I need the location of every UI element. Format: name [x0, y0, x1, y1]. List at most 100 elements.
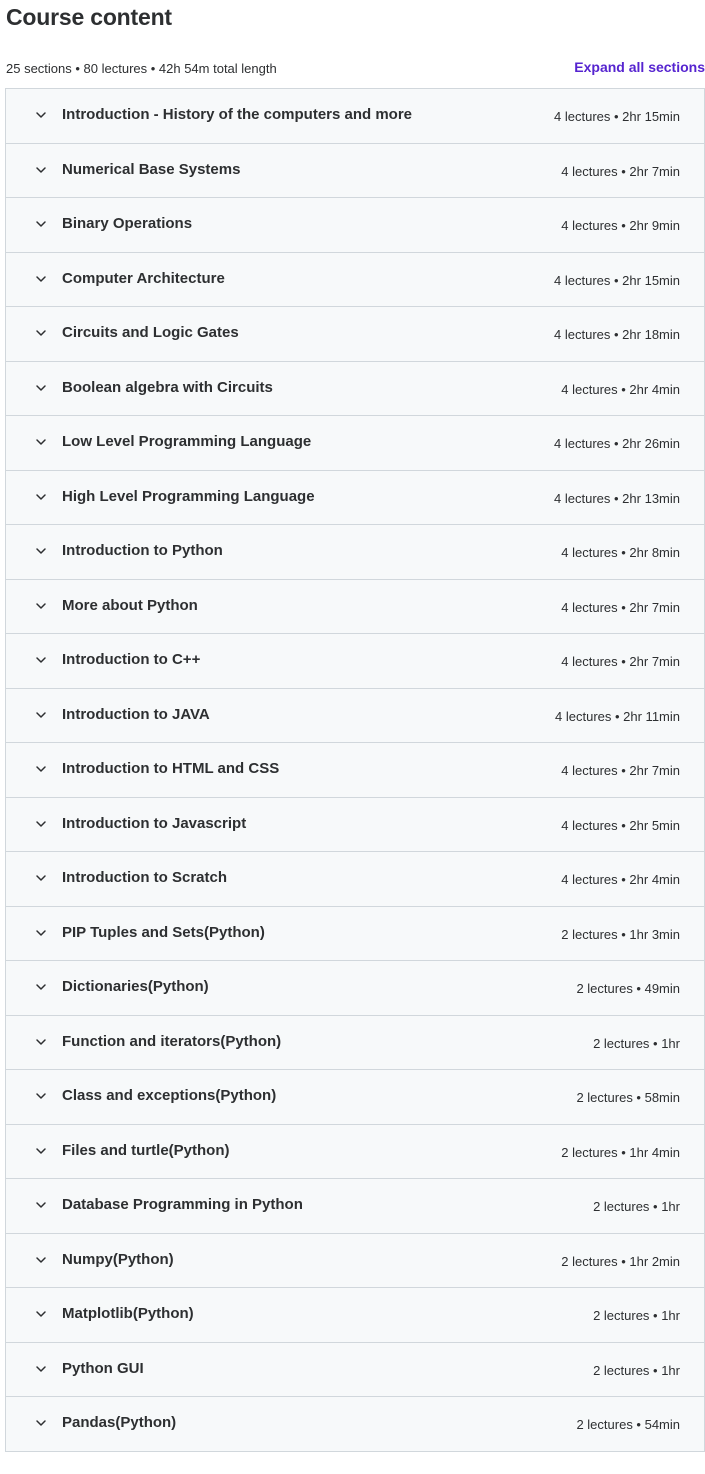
expand-all-sections-button[interactable]: Expand all sections: [574, 59, 705, 75]
section-row[interactable]: Introduction to Javascript 4 lectures • 2…: [6, 798, 704, 852]
chevron-down-icon[interactable]: [35, 981, 47, 993]
section-title: More about Python: [62, 596, 198, 614]
chevron-down-icon[interactable]: [35, 1417, 47, 1429]
section-meta: 4 lectures • 2hr 4min: [561, 872, 680, 887]
chevron-down-icon[interactable]: [35, 600, 47, 612]
section-meta: 2 lectures • 49min: [576, 981, 680, 996]
section-meta: 2 lectures • 1hr 4min: [561, 1144, 680, 1160]
chevron-down-icon[interactable]: [35, 164, 47, 176]
section-row[interactable]: Pandas(Python) 2 lectures • 54min: [6, 1397, 704, 1452]
section-title: Introduction to Javascript: [62, 814, 247, 832]
chevron-down-icon[interactable]: [35, 109, 47, 121]
section-meta: 4 lectures • 2hr 11min: [555, 708, 680, 724]
section-meta: 4 lectures • 2hr 15min: [554, 272, 680, 288]
section-title: Introduction to Scratch: [62, 869, 227, 886]
chevron-down-icon[interactable]: [35, 1036, 47, 1048]
section-title: Low Level Programming Language: [62, 433, 312, 450]
section-title: Boolean algebra with Circuits: [62, 378, 273, 396]
section-meta: 4 lectures • 2hr 7min: [561, 163, 680, 179]
chevron-down-icon[interactable]: [35, 927, 47, 939]
chevron-down-icon[interactable]: [35, 872, 47, 884]
section-meta: 4 lectures • 2hr 8min: [561, 545, 680, 560]
section-row[interactable]: Numerical Base Systems 4 lectures • 2hr 7…: [6, 144, 704, 198]
section-meta: 4 lectures • 2hr 18min: [554, 327, 680, 342]
section-row[interactable]: Boolean algebra with Circuits 4 lectures …: [6, 362, 704, 416]
section-title: Introduction to HTML and CSS: [62, 760, 280, 777]
section-title: Numerical Base Systems: [62, 160, 241, 178]
chevron-down-icon[interactable]: [35, 327, 47, 339]
section-meta: 4 lectures • 2hr 7min: [561, 599, 680, 615]
section-meta: 2 lectures • 54min: [576, 1417, 680, 1432]
section-row[interactable]: Python GUI 2 lectures • 1hr: [6, 1343, 704, 1397]
section-list: Introduction - History of the computers …: [5, 88, 705, 1452]
chevron-down-icon[interactable]: [35, 1254, 47, 1266]
section-title: PIP Tuples and Sets(Python): [62, 923, 265, 941]
section-meta: 2 lectures • 1hr: [593, 1035, 680, 1051]
chevron-down-icon[interactable]: [35, 491, 47, 503]
chevron-down-icon[interactable]: [35, 1199, 47, 1211]
section-title: Class and exceptions(Python): [62, 1087, 277, 1104]
section-meta: 2 lectures • 1hr 2min: [561, 1253, 680, 1269]
section-meta: 4 lectures • 2hr 7min: [561, 654, 680, 669]
section-row[interactable]: Circuits and Logic Gates 4 lectures • 2hr…: [6, 307, 704, 362]
chevron-down-icon[interactable]: [35, 1090, 47, 1102]
page-title: Course content: [6, 4, 172, 30]
section-row[interactable]: Introduction to HTML and CSS 4 lectures •…: [6, 743, 704, 798]
section-row[interactable]: Class and exceptions(Python) 2 lectures •…: [6, 1070, 704, 1125]
section-row[interactable]: Matplotlib(Python) 2 lectures • 1hr: [6, 1288, 704, 1343]
course-summary-row: 25 sections • 80 lectures • 42h 54m tota…: [6, 59, 705, 79]
chevron-down-icon[interactable]: [35, 382, 47, 394]
section-title: Dictionaries(Python): [62, 978, 209, 995]
chevron-down-icon[interactable]: [35, 545, 47, 557]
section-title: Introduction to Python: [62, 542, 223, 559]
section-title: Computer Architecture: [62, 269, 225, 287]
chevron-down-icon[interactable]: [35, 1308, 47, 1320]
section-row[interactable]: PIP Tuples and Sets(Python) 2 lectures • …: [6, 907, 704, 961]
section-meta: 4 lectures • 2hr 5min: [561, 817, 680, 833]
section-meta: 4 lectures • 2hr 15min: [554, 109, 680, 124]
section-row[interactable]: More about Python 4 lectures • 2hr 7min: [6, 580, 704, 634]
chevron-down-icon[interactable]: [35, 1145, 47, 1157]
section-title: Database Programming in Python: [62, 1196, 303, 1213]
section-meta: 4 lectures • 2hr 7min: [561, 763, 680, 778]
section-title: Function and iterators(Python): [62, 1032, 282, 1050]
section-title: Python GUI: [62, 1359, 144, 1377]
section-meta: 4 lectures • 2hr 26min: [554, 436, 680, 451]
section-title: Introduction - History of the computers …: [62, 106, 413, 123]
chevron-down-icon[interactable]: [35, 763, 47, 775]
chevron-down-icon[interactable]: [35, 218, 47, 230]
section-title: High Level Programming Language: [62, 487, 315, 505]
section-row[interactable]: Low Level Programming Language 4 lectures…: [6, 416, 704, 471]
section-row[interactable]: Function and iterators(Python) 2 lectures…: [6, 1016, 704, 1070]
chevron-down-icon[interactable]: [35, 273, 47, 285]
chevron-down-icon[interactable]: [35, 436, 47, 448]
section-row[interactable]: Database Programming in Python 2 lectures…: [6, 1179, 704, 1234]
section-title: Numpy(Python): [62, 1250, 174, 1268]
section-row[interactable]: Numpy(Python) 2 lectures • 1hr 2min: [6, 1234, 704, 1288]
section-row[interactable]: Introduction - History of the computers …: [6, 89, 704, 144]
section-row[interactable]: Introduction to JAVA 4 lectures • 2hr 11m…: [6, 689, 704, 743]
section-row[interactable]: Dictionaries(Python) 2 lectures • 49min: [6, 961, 704, 1016]
section-title: Files and turtle(Python): [62, 1141, 230, 1159]
section-title: Pandas(Python): [62, 1414, 177, 1431]
section-meta: 2 lectures • 1hr: [593, 1308, 680, 1323]
chevron-down-icon[interactable]: [35, 1363, 47, 1375]
chevron-down-icon[interactable]: [35, 654, 47, 666]
section-row[interactable]: Files and turtle(Python) 2 lectures • 1hr…: [6, 1125, 704, 1179]
section-row[interactable]: Introduction to Scratch 4 lectures • 2hr …: [6, 852, 704, 907]
section-meta: 2 lectures • 1hr 3min: [561, 926, 680, 942]
section-row[interactable]: Binary Operations 4 lectures • 2hr 9min: [6, 198, 704, 253]
section-meta: 4 lectures • 2hr 9min: [561, 218, 680, 233]
section-row[interactable]: High Level Programming Language 4 lecture…: [6, 471, 704, 525]
section-meta: 2 lectures • 1hr: [593, 1362, 680, 1378]
section-meta: 2 lectures • 58min: [576, 1090, 680, 1105]
section-title: Circuits and Logic Gates: [62, 324, 239, 341]
section-title: Matplotlib(Python): [62, 1305, 194, 1322]
chevron-down-icon[interactable]: [35, 709, 47, 721]
section-meta: 2 lectures • 1hr: [593, 1199, 680, 1214]
section-row[interactable]: Introduction to C++ 4 lectures • 2hr 7min: [6, 634, 704, 689]
section-row[interactable]: Computer Architecture 4 lectures • 2hr 15…: [6, 253, 704, 307]
section-row[interactable]: Introduction to Python 4 lectures • 2hr 8…: [6, 525, 704, 580]
section-title: Binary Operations: [62, 215, 193, 232]
chevron-down-icon[interactable]: [35, 818, 47, 830]
